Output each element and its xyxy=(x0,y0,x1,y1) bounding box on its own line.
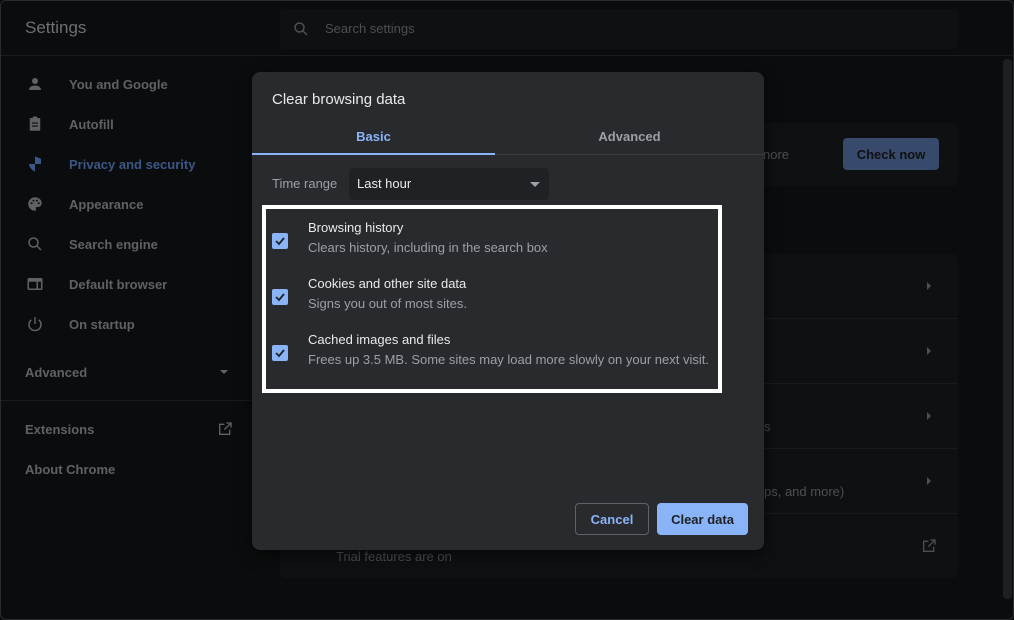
checkmark-icon xyxy=(275,349,285,358)
power-icon xyxy=(28,317,42,332)
sidebar-advanced-toggle[interactable]: Advanced xyxy=(25,365,87,380)
option-description: Frees up 3.5 MB. Some sites may load mor… xyxy=(308,352,709,367)
sidebar-divider xyxy=(1,400,251,401)
settings-window: Settings Search settings You and Google … xyxy=(0,0,1014,620)
check-now-button[interactable]: Check now xyxy=(843,138,939,170)
option-description: Signs you out of most sites. xyxy=(308,296,467,311)
option-cookies[interactable]: Cookies and other site data Signs you ou… xyxy=(272,276,722,328)
active-tab-indicator xyxy=(252,153,495,155)
clear-data-button[interactable]: Clear data xyxy=(657,503,748,535)
search-placeholder: Search settings xyxy=(325,21,415,36)
chevron-down-icon xyxy=(530,182,540,187)
palette-icon xyxy=(28,197,42,211)
clipboard-icon xyxy=(29,116,41,131)
browsing-history-checkbox[interactable] xyxy=(272,233,288,249)
option-title: Cookies and other site data xyxy=(308,276,467,291)
browser-icon xyxy=(27,278,43,290)
chevron-right-icon xyxy=(927,412,931,420)
sidebar-item-label: Appearance xyxy=(69,196,144,212)
sidebar-item-appearance[interactable]: Appearance xyxy=(1,184,251,224)
checkmark-icon xyxy=(275,237,285,246)
chevron-right-icon xyxy=(927,282,931,290)
sidebar-item-autofill[interactable]: Autofill xyxy=(1,104,251,144)
search-icon xyxy=(28,237,42,251)
search-icon xyxy=(294,22,308,36)
cookies-checkbox[interactable] xyxy=(272,289,288,305)
sidebar-item-label: On startup xyxy=(69,316,135,332)
option-title: Cached images and files xyxy=(308,332,451,347)
sidebar-item-search-engine[interactable]: Search engine xyxy=(1,224,251,264)
sidebar-item-label: You and Google xyxy=(69,76,168,92)
person-icon xyxy=(29,78,41,90)
chevron-right-icon xyxy=(927,347,931,355)
app-title: Settings xyxy=(25,18,87,37)
tab-basic[interactable]: Basic xyxy=(252,118,495,155)
clear-browsing-data-dialog: Clear browsing data Basic Advanced Time … xyxy=(252,72,764,550)
sidebar: You and Google Autofill Privacy and secu… xyxy=(1,57,251,619)
sidebar-item-privacy-and-security[interactable]: Privacy and security xyxy=(1,144,251,184)
chevron-right-icon xyxy=(927,477,931,485)
option-browsing-history[interactable]: Browsing history Clears history, includi… xyxy=(272,220,722,272)
time-range-label: Time range xyxy=(272,176,338,191)
sidebar-item-label: Search engine xyxy=(69,236,158,252)
checkmark-icon xyxy=(275,293,285,302)
sidebar-item-label: Autofill xyxy=(69,116,114,132)
sidebar-item-default-browser[interactable]: Default browser xyxy=(1,264,251,304)
cached-images-checkbox[interactable] xyxy=(272,345,288,361)
search-input[interactable]: Search settings xyxy=(280,9,958,49)
sidebar-item-label: Privacy and security xyxy=(69,156,196,172)
cancel-button[interactable]: Cancel xyxy=(575,503,649,535)
row-text-fragment: s xyxy=(764,419,771,434)
shield-icon xyxy=(29,156,41,172)
tab-advanced[interactable]: Advanced xyxy=(495,118,764,155)
time-range-select[interactable]: Last hour xyxy=(349,168,549,200)
option-description: Clears history, including in the search … xyxy=(308,240,548,255)
dialog-title: Clear browsing data xyxy=(272,91,406,108)
scrollbar[interactable] xyxy=(1003,59,1012,599)
open-in-new-icon xyxy=(219,422,232,435)
option-title: Browsing history xyxy=(308,220,404,235)
chevron-down-icon xyxy=(220,370,228,374)
option-cached-images[interactable]: Cached images and files Frees up 3.5 MB.… xyxy=(272,332,722,384)
row-text-fragment: ps, and more) xyxy=(764,484,845,499)
safety-check-text: nore xyxy=(763,147,790,162)
sidebar-item-on-startup[interactable]: On startup xyxy=(1,304,251,344)
sidebar-item-label: Default browser xyxy=(69,276,168,292)
top-bar: Settings Search settings xyxy=(1,1,1013,56)
time-range-value: Last hour xyxy=(357,176,412,191)
trial-features-text: Trial features are on xyxy=(336,549,452,564)
open-in-new-icon xyxy=(923,539,936,552)
sidebar-item-extensions[interactable]: Extensions xyxy=(25,422,94,437)
sidebar-item-you-and-google[interactable]: You and Google xyxy=(1,64,251,104)
sidebar-item-about-chrome[interactable]: About Chrome xyxy=(25,462,115,477)
